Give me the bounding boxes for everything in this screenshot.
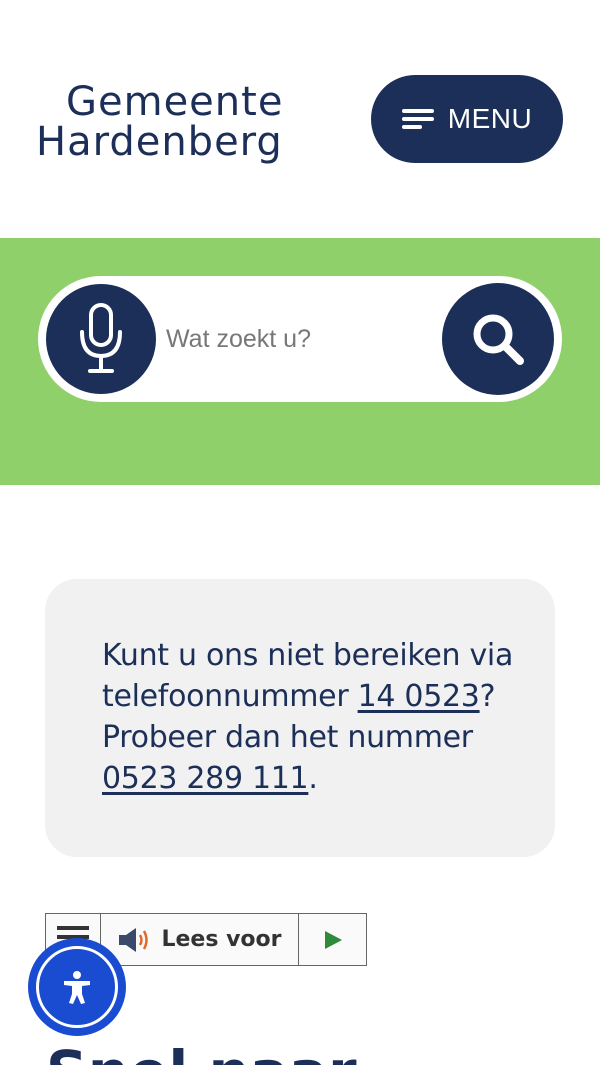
hamburger-icon xyxy=(57,926,89,930)
search-input[interactable] xyxy=(166,314,436,364)
logo-line-gemeente: Gemeente xyxy=(66,79,284,125)
microphone-icon xyxy=(80,303,122,373)
accessibility-person-icon xyxy=(57,967,97,1007)
magnifier-icon xyxy=(473,314,524,365)
logo-line-hardenberg: Hardenberg xyxy=(36,119,283,165)
speaker-icon xyxy=(119,927,149,952)
play-button[interactable] xyxy=(299,914,366,965)
menu-button[interactable]: MENU xyxy=(371,75,563,163)
search-submit-button[interactable] xyxy=(442,283,554,395)
search-bar xyxy=(38,276,562,402)
voice-search-button[interactable] xyxy=(46,284,156,394)
phone-link-0523-289-111[interactable]: 0523 289 111 xyxy=(102,761,309,796)
phone-notice-text: Kunt u ons niet bereiken via telefoonnum… xyxy=(102,638,514,796)
phone-notice-card: Kunt u ons niet bereiken via telefoonnum… xyxy=(45,579,555,857)
menu-label: MENU xyxy=(447,103,533,134)
read-aloud-button[interactable]: Lees voor xyxy=(101,914,299,965)
accessibility-button[interactable] xyxy=(28,938,126,1036)
play-icon xyxy=(324,930,342,949)
search-section xyxy=(0,238,600,485)
site-header: Gemeente Hardenberg MENU xyxy=(0,0,600,238)
hamburger-icon xyxy=(401,107,434,131)
phone-link-14-0523[interactable]: 14 0523 xyxy=(358,679,480,714)
read-aloud-label: Lees voor xyxy=(161,927,282,952)
municipality-logo[interactable]: Gemeente Hardenberg xyxy=(36,82,316,172)
section-heading: Snel naar xyxy=(46,1040,357,1065)
